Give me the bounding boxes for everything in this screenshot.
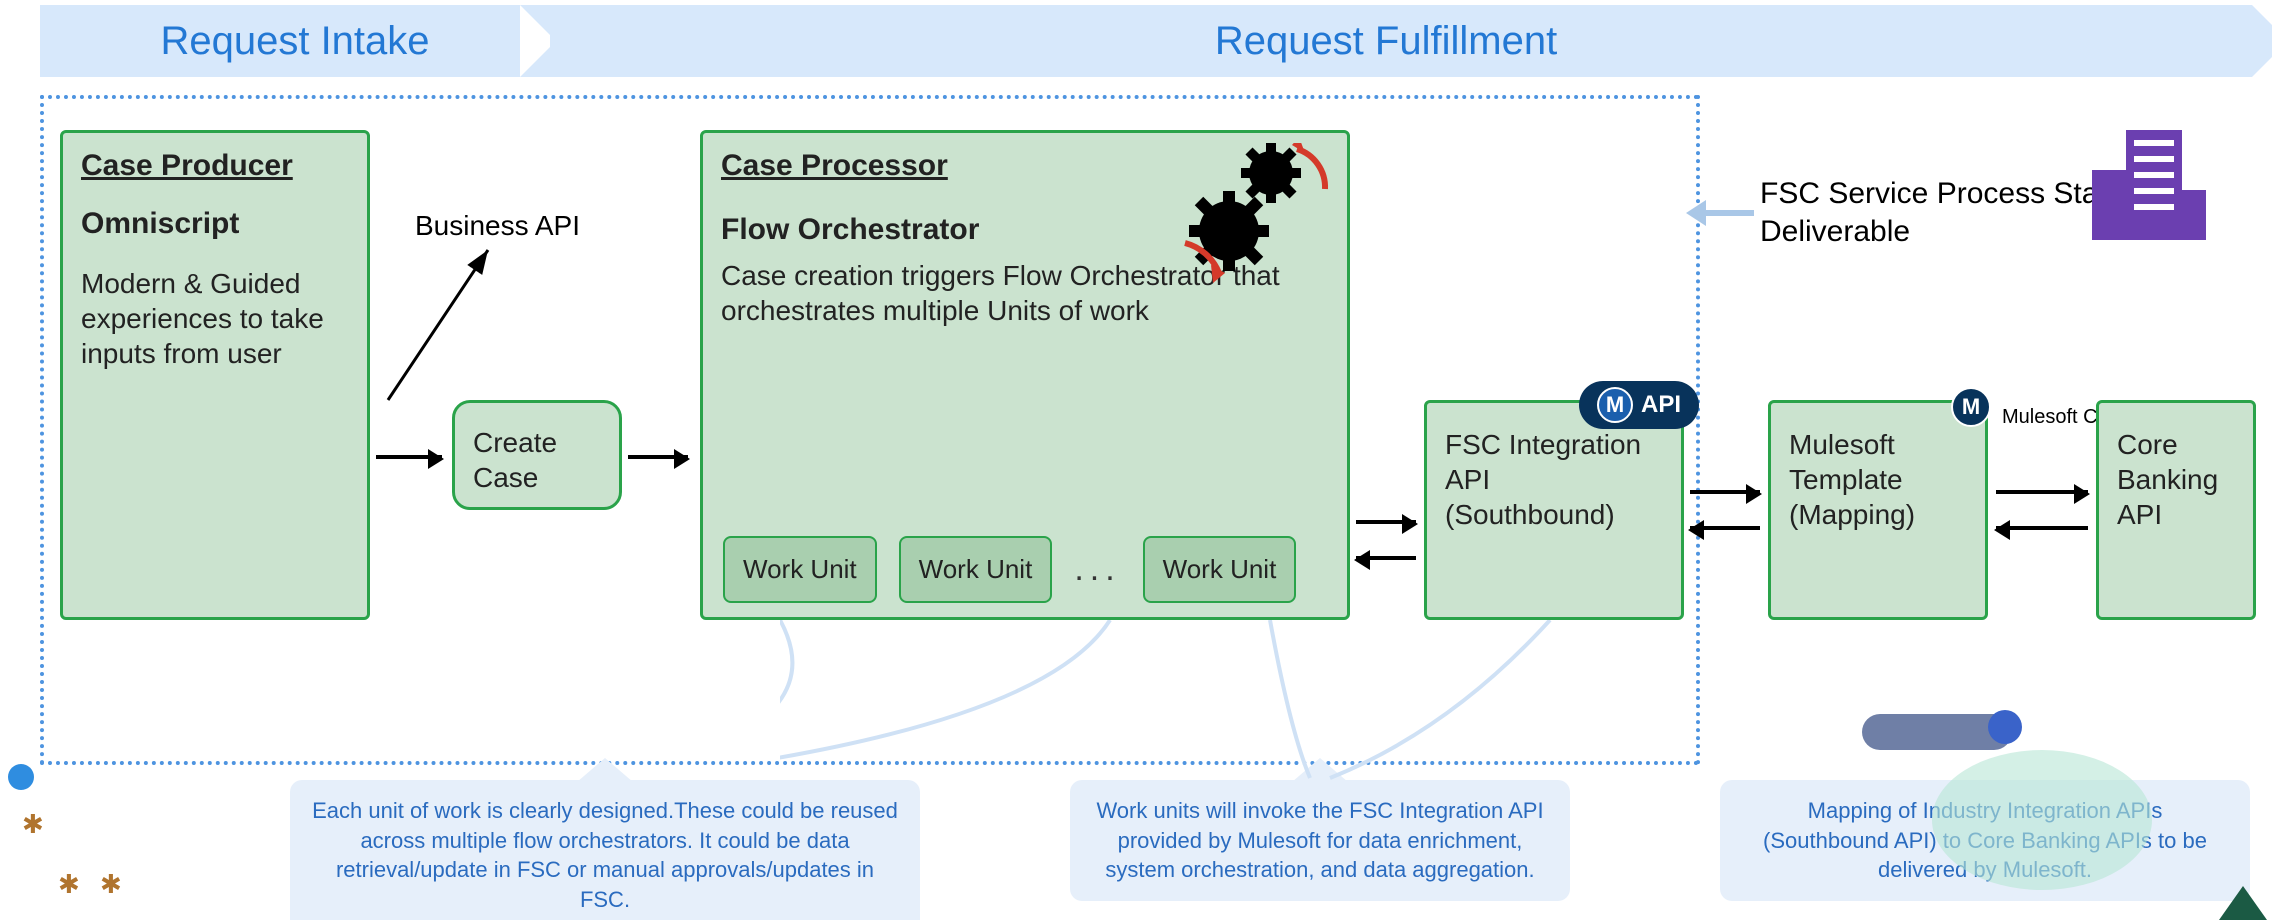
work-unit-n: Work Unit <box>1143 536 1297 603</box>
mulesoft-m-icon: M <box>1597 387 1633 423</box>
decor-blob-1 <box>1932 750 2152 890</box>
work-unit-1-label: Work Unit <box>743 554 857 584</box>
mulesoft-template-box: M Mulesoft Template (Mapping) <box>1768 400 1988 620</box>
gears-icon <box>1179 143 1329 283</box>
work-unit-1: Work Unit <box>723 536 877 603</box>
case-producer-subtitle: Omniscript <box>81 205 349 243</box>
case-producer-title: Case Producer <box>81 147 349 185</box>
phase-bar: Request Intake Request Fulfillment <box>40 5 2252 77</box>
api-badge-label: API <box>1641 390 1681 420</box>
phase-fulfill: Request Fulfillment <box>520 5 2252 77</box>
arrow-createcase-to-processor <box>628 455 688 459</box>
business-api-label: Business API <box>415 210 580 242</box>
callout-integration-api-text: Work units will invoke the FSC Integrati… <box>1096 798 1543 882</box>
decor-dot-1 <box>1988 710 2022 744</box>
decor-triangle <box>2219 886 2267 920</box>
api-badge: M API <box>1579 381 1699 429</box>
work-unit-2-label: Work Unit <box>919 554 1033 584</box>
callout-connector-1 <box>780 620 1140 785</box>
service-deliverable-arrow <box>1704 210 1754 216</box>
mulesoft-template-label: Mulesoft Template (Mapping) <box>1789 429 1915 530</box>
fsc-integration-api-box: M API FSC Integration API (Southbound) <box>1424 400 1684 620</box>
core-banking-api-box: Core Banking API <box>2096 400 2256 620</box>
work-unit-ellipsis: ... <box>1074 548 1120 591</box>
create-case-label: Create Case <box>473 427 557 493</box>
business-api-arrow <box>378 240 508 410</box>
work-unit-2: Work Unit <box>899 536 1053 603</box>
case-producer-box: Case Producer Omniscript Modern & Guided… <box>60 130 370 620</box>
building-icon <box>2092 120 2212 240</box>
decor-butterfly-1: ✱ <box>22 809 44 840</box>
case-producer-body: Modern & Guided experiences to take inpu… <box>81 266 349 371</box>
fsc-integration-api-label: FSC Integration API (Southbound) <box>1445 429 1641 530</box>
callout-work-units-text: Each unit of work is clearly designed.Th… <box>312 798 898 912</box>
core-banking-api-label: Core Banking API <box>2117 429 2218 530</box>
phase-intake: Request Intake <box>40 5 550 77</box>
decor-dot-left <box>8 764 34 790</box>
decor-butterfly-2: ✱ <box>58 869 80 900</box>
callout-connector-2 <box>1250 620 1570 785</box>
work-unit-row: Work Unit Work Unit ... Work Unit <box>723 536 1327 603</box>
diagram-stage: Request Intake Request Fulfillment Case … <box>0 0 2272 920</box>
create-case-box: Create Case <box>452 400 622 510</box>
callout-work-units: Each unit of work is clearly designed.Th… <box>290 780 920 920</box>
decor-butterfly-3: ✱ <box>100 869 122 900</box>
callout-integration-api: Work units will invoke the FSC Integrati… <box>1070 780 1570 901</box>
arrow-producer-to-createcase <box>376 455 442 459</box>
case-processor-box: Case Processor Flow Orchestrator Case cr… <box>700 130 1350 620</box>
work-unit-n-label: Work Unit <box>1163 554 1277 584</box>
mulesoft-badge-icon: M <box>1951 387 1991 427</box>
